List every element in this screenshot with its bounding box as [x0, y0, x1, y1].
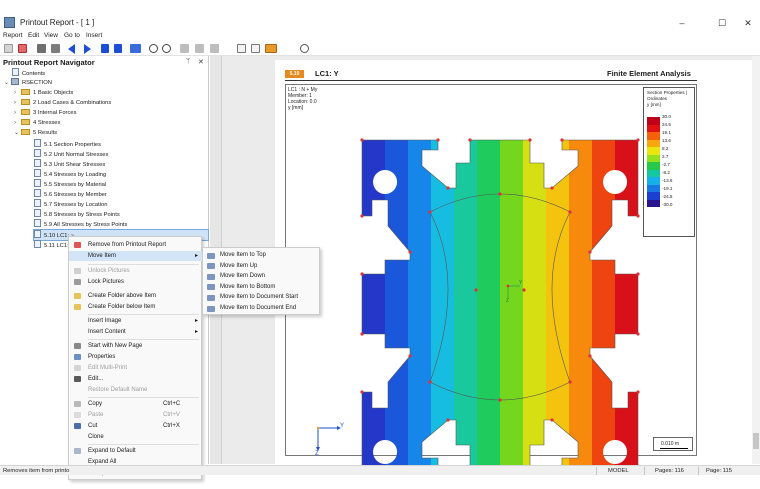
global-axis-y-label: Y — [340, 423, 345, 429]
legend-value: -24.5 — [662, 194, 673, 199]
move-down-icon — [207, 273, 215, 280]
legend-swatch — [647, 124, 660, 132]
menu-item-create-folder-below[interactable]: Create Folder below Item — [69, 302, 202, 312]
legend-swatch — [647, 184, 660, 192]
scale-line — [660, 448, 688, 449]
paste-icon — [74, 412, 81, 418]
center-axis-y-label: Y — [519, 280, 523, 286]
menu-item-clone[interactable]: Clone — [69, 432, 202, 442]
legend-swatch — [647, 162, 660, 170]
new-page-icon — [74, 343, 81, 349]
menu-item-remove[interactable]: Remove from Printout Report — [69, 240, 202, 250]
menu-item-unlock-pictures[interactable]: Unlock Pictures — [69, 266, 202, 276]
document-end-icon — [207, 305, 215, 312]
menu-separator — [88, 264, 199, 265]
multi-print-icon — [74, 365, 81, 371]
move-bottom-icon — [207, 284, 215, 291]
legend-swatch — [647, 117, 660, 125]
menu-item-copy[interactable]: Copy Ctrl+C — [69, 399, 202, 409]
move-item-to-document-start[interactable]: Move Item to Document Start — [203, 292, 320, 303]
center-axis-z-label: Z — [506, 298, 510, 304]
legend-value: 2.7 — [662, 154, 669, 159]
legend-swatch — [647, 154, 660, 162]
legend-value: -2.7 — [662, 162, 670, 167]
status-pages: Pages: 116 — [655, 467, 684, 474]
copy-icon — [74, 401, 81, 407]
legend-value: -13.6 — [662, 178, 673, 183]
legend-swatch — [647, 177, 660, 185]
legend-value: -19.1 — [662, 186, 673, 191]
menu-item-properties[interactable]: Properties — [69, 352, 202, 362]
legend-value: -8.2 — [662, 170, 670, 175]
menu-separator — [88, 397, 199, 398]
move-item-down[interactable]: Move Item Down — [203, 271, 320, 282]
move-item-up[interactable]: Move Item Up — [203, 261, 320, 272]
menu-item-insert-image[interactable]: Insert Image ▸ — [69, 316, 202, 326]
menu-separator — [88, 314, 199, 315]
color-legend: Section Properties | Ordinates y [mm] 30… — [643, 87, 695, 237]
legend-value: 19.1 — [662, 130, 671, 135]
legend-value: 24.5 — [662, 122, 671, 127]
legend-swatch — [647, 192, 660, 200]
status-separator — [596, 467, 597, 475]
menu-item-restore-default-name[interactable]: Restore Default Name — [69, 385, 202, 395]
menu-item-expand-to-default[interactable]: Expand to Default — [69, 446, 202, 456]
menu-item-create-folder-above[interactable]: Create Folder above Item — [69, 291, 202, 301]
legend-value: 13.6 — [662, 138, 671, 143]
move-item-to-bottom[interactable]: Move Item to Bottom — [203, 282, 320, 293]
properties-icon — [74, 354, 81, 360]
submenu-arrow-icon: ▸ — [195, 318, 199, 324]
legend-swatch — [647, 169, 660, 177]
move-item-submenu: Move Item to Top Move Item Up Move Item … — [202, 247, 320, 315]
move-up-icon — [207, 263, 215, 270]
legend-value: 8.2 — [662, 146, 669, 151]
legend-swatch — [647, 139, 660, 147]
menu-item-paste[interactable]: Paste Ctrl+V — [69, 410, 202, 420]
folder-up-icon — [74, 293, 81, 299]
menu-item-cut[interactable]: Cut Ctrl+X — [69, 421, 202, 431]
global-axes — [316, 426, 341, 451]
edit-icon — [74, 376, 81, 382]
expand-default-icon — [74, 448, 81, 454]
status-page: Page: 115 — [706, 467, 733, 474]
legend-swatch — [647, 132, 660, 140]
menu-separator — [88, 444, 199, 445]
move-item-to-document-end[interactable]: Move Item to Document End — [203, 303, 320, 314]
legend-value: 30.0 — [662, 114, 671, 119]
menu-item-edit-multi-print[interactable]: Edit Multi-Print — [69, 363, 202, 373]
scale-label: 0.010 m — [661, 441, 680, 447]
unlock-icon — [74, 268, 81, 274]
legend-swatch — [647, 147, 660, 155]
legend-value: -30.0 — [662, 202, 673, 207]
lock-icon — [74, 279, 81, 285]
move-item-to-top[interactable]: Move Item to Top — [203, 250, 320, 261]
submenu-arrow-icon: ▸ — [195, 253, 199, 259]
status-separator — [644, 467, 645, 475]
submenu-arrow-icon: ▸ — [195, 329, 199, 335]
menu-item-lock-pictures[interactable]: Lock Pictures — [69, 277, 202, 287]
legend-swatch — [647, 199, 660, 207]
menu-item-move-item[interactable]: Move Item ▸ — [69, 251, 202, 261]
status-bar: Removes item from printo MODEL Pages: 11… — [0, 465, 760, 475]
menu-separator — [88, 339, 199, 340]
move-top-icon — [207, 252, 215, 259]
global-axis-z-label: Z — [315, 451, 319, 457]
status-mode: MODEL — [608, 467, 629, 474]
context-menu: Remove from Printout Report Move Item ▸ U… — [68, 236, 202, 480]
status-message: Removes item from printo — [3, 467, 70, 474]
folder-down-icon — [74, 304, 81, 310]
delete-icon — [74, 242, 81, 248]
document-start-icon — [207, 294, 215, 301]
cut-icon — [74, 423, 81, 429]
menu-item-edit[interactable]: Edit... — [69, 374, 202, 384]
menu-item-insert-content[interactable]: Insert Content ▸ — [69, 327, 202, 337]
status-separator — [698, 467, 699, 475]
menu-item-start-new-page[interactable]: Start with New Page — [69, 341, 202, 351]
